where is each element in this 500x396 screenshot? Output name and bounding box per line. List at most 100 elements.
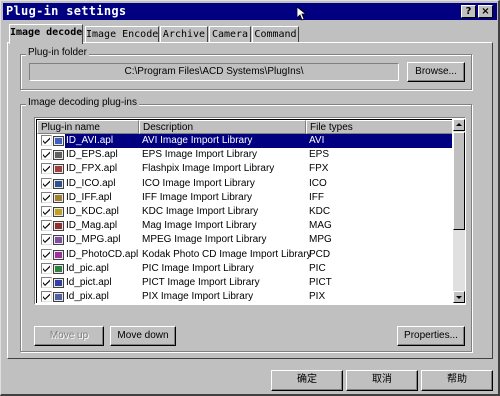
- plugin-file-types: MPG: [309, 234, 332, 246]
- scroll-up-button[interactable]: [453, 119, 465, 131]
- plugin-name: Id_pict.apl: [66, 277, 112, 288]
- plugin-file-types: PICT: [309, 277, 332, 288]
- plugin-folder-path-field[interactable]: C:\Program Files\ACD Systems\PlugIns\: [29, 63, 399, 81]
- table-row[interactable]: Id_pict.apl PICT Image Import Library PICT: [37, 276, 452, 290]
- plugin-file-types: MAG: [309, 220, 332, 232]
- plugin-name: ID_FPX.apl: [66, 163, 118, 175]
- plugin-description: Flashpix Image Import Library: [142, 163, 275, 175]
- checkmark-icon: [43, 293, 50, 301]
- plugin-file-types: PCD: [309, 248, 331, 260]
- mouse-cursor-icon: [297, 7, 306, 21]
- plugin-name: Id_pic.apl: [66, 262, 109, 274]
- move-up-button[interactable]: Move up: [34, 326, 104, 346]
- table-row[interactable]: Id_pix.apl PIX Image Import Library PIX: [37, 290, 452, 303]
- plugin-list-body: Plug-in name Description File types ID_A…: [36, 119, 452, 303]
- plugin-file-types: IFF: [309, 191, 324, 203]
- table-row[interactable]: ID_PhotoCD.apl Kodak Photo CD Image Impor…: [37, 248, 452, 262]
- checkmark-icon: [43, 265, 50, 272]
- help-button[interactable]: ?: [461, 5, 476, 18]
- plugin-description: EPS Image Import Library: [142, 149, 258, 161]
- column-header-description[interactable]: Description: [139, 120, 306, 134]
- table-row[interactable]: Id_pic.apl PIC Image Import Library PIC: [37, 262, 452, 276]
- enable-checkbox[interactable]: [41, 135, 52, 146]
- list-header: Plug-in name Description File types: [37, 120, 452, 134]
- plugin-file-types: FPX: [309, 163, 329, 175]
- plugin-name: ID_ICO.apl: [66, 177, 116, 189]
- plugin-list[interactable]: Plug-in name Description File types ID_A…: [34, 117, 466, 305]
- browse-button[interactable]: Browse...: [407, 62, 465, 82]
- plugin-folder-label: Plug-in folder: [26, 47, 89, 59]
- checkmark-icon: [43, 165, 50, 173]
- enable-checkbox[interactable]: [41, 220, 52, 232]
- arrow-up-icon: [456, 123, 462, 126]
- plugin-file-types: AVI: [309, 135, 325, 146]
- column-header-name[interactable]: Plug-in name: [37, 120, 139, 134]
- scroll-thumb[interactable]: [453, 132, 465, 230]
- plugin-name: ID_PhotoCD.apl: [66, 248, 139, 260]
- enable-checkbox[interactable]: [41, 277, 52, 288]
- plugin-file-icon: [53, 263, 64, 274]
- plugin-file-types: EPS: [309, 149, 330, 161]
- arrow-down-icon: [456, 296, 462, 299]
- table-row[interactable]: ID_AVI.apl AVI Image Import Library AVI: [37, 134, 452, 148]
- cancel-button[interactable]: 取消: [346, 370, 418, 391]
- properties-button[interactable]: Properties...: [397, 326, 465, 346]
- enable-checkbox[interactable]: [41, 291, 52, 303]
- vertical-scrollbar[interactable]: [453, 119, 465, 303]
- table-row[interactable]: ID_MPG.apl MPEG Image Import Library MPG: [37, 233, 452, 247]
- ok-button[interactable]: 确定: [271, 370, 343, 391]
- plugin-file-icon: [53, 207, 64, 217]
- table-row[interactable]: ID_ICO.apl ICO Image Import Library ICO: [37, 177, 452, 191]
- table-row[interactable]: ID_FPX.apl Flashpix Image Import Library F…: [37, 162, 452, 176]
- plugin-description: Mag Image Import Library: [142, 220, 257, 232]
- plugin-file-types: PIX: [309, 291, 326, 303]
- plugin-file-icon: [53, 164, 64, 175]
- enable-checkbox[interactable]: [41, 149, 52, 161]
- plugin-name: ID_IFF.apl: [66, 191, 112, 203]
- scroll-down-button[interactable]: [453, 291, 465, 303]
- checkmark-icon: [43, 194, 50, 201]
- plugin-description: MPEG Image Import Library: [142, 234, 267, 246]
- table-row[interactable]: ID_Mag.apl Mag Image Import Library MAG: [37, 219, 452, 233]
- plugin-file-icon: [53, 278, 64, 288]
- plugin-file-types: PIC: [309, 262, 326, 274]
- plugin-file-icon: [53, 249, 64, 260]
- move-down-button[interactable]: Move down: [110, 326, 176, 346]
- enable-checkbox[interactable]: [41, 177, 52, 189]
- table-row[interactable]: ID_EPS.apl EPS Image Import Library EPS: [37, 148, 452, 162]
- column-header-file-types[interactable]: File types: [306, 120, 452, 134]
- plugin-file-icon: [53, 136, 64, 146]
- plugin-name: ID_EPS.apl: [66, 149, 118, 161]
- enable-checkbox[interactable]: [41, 248, 52, 260]
- checkmark-icon: [43, 208, 50, 215]
- tab-image-decode[interactable]: Image decode: [9, 24, 83, 44]
- plugin-description: IFF Image Import Library: [142, 191, 253, 203]
- checkmark-icon: [43, 222, 50, 230]
- plugin-file-types: ICO: [309, 177, 327, 189]
- plugin-name: ID_MPG.apl: [66, 234, 121, 246]
- close-button[interactable]: ×: [478, 5, 493, 18]
- enable-checkbox[interactable]: [41, 234, 52, 246]
- enable-checkbox[interactable]: [41, 163, 52, 175]
- selection-highlight: [65, 134, 452, 148]
- enable-checkbox[interactable]: [41, 191, 52, 203]
- plugin-name: Id_pix.apl: [66, 291, 109, 303]
- checkmark-icon: [43, 279, 50, 286]
- plugin-description: PIX Image Import Library: [142, 291, 254, 303]
- help-footer-button[interactable]: 帮助: [421, 370, 493, 391]
- plugin-file-icon: [53, 192, 64, 203]
- table-row[interactable]: ID_IFF.apl IFF Image Import Library IFF: [37, 191, 452, 205]
- enable-checkbox[interactable]: [41, 206, 52, 217]
- enable-checkbox[interactable]: [41, 262, 52, 274]
- title-bar[interactable]: Plug-in settings ? ×: [3, 3, 497, 20]
- plugin-description: PIC Image Import Library: [142, 262, 254, 274]
- checkmark-icon: [43, 151, 50, 159]
- plugin-name: ID_Mag.apl: [66, 220, 118, 232]
- decoding-plugins-label: Image decoding plug-ins: [26, 97, 139, 109]
- plugin-file-icon: [53, 292, 64, 303]
- table-row[interactable]: ID_KDC.apl KDC Image Import Library KDC: [37, 205, 452, 219]
- checkmark-icon: [43, 180, 50, 187]
- plugin-settings-dialog: Plug-in settings ? × Image decode Image …: [0, 0, 500, 396]
- plugin-description: KDC Image Import Library: [142, 206, 259, 217]
- plugin-description: ICO Image Import Library: [142, 177, 255, 189]
